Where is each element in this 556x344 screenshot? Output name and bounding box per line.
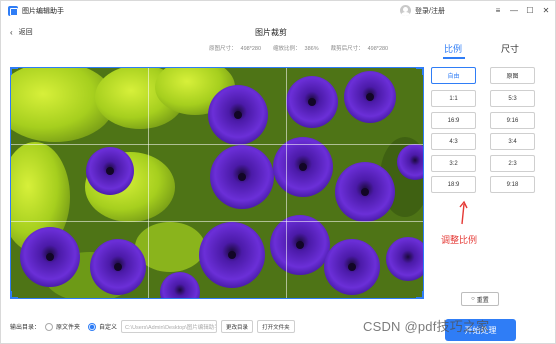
reset-icon: ○ — [471, 296, 475, 302]
maximize-icon[interactable]: ☐ — [523, 4, 537, 17]
change-dir-button[interactable]: 更改目录 — [221, 320, 254, 333]
active-tab-indicator — [443, 57, 465, 59]
image-canvas[interactable] — [10, 67, 424, 299]
option-custom-label: 自定义 — [99, 325, 118, 331]
output-path-input[interactable]: C:\Users\Admin\Desktop\图片编辑助手 — [121, 320, 218, 333]
ratio-3-2-button[interactable]: 3:2 — [431, 155, 476, 172]
ratio-18-9-button[interactable]: 18:9 — [431, 176, 476, 193]
original-size-value: 498*280 — [240, 46, 262, 52]
ratio-1-1-button[interactable]: 1:1 — [431, 90, 476, 107]
crop-handle-bottom-right[interactable] — [416, 291, 424, 299]
output-settings: 输出目录： 原文件夹 自定义 C:\Users\Admin\Desktop\图片… — [10, 320, 295, 333]
back-label: 返回 — [18, 29, 33, 36]
ratio-3-4-button[interactable]: 3:4 — [490, 133, 535, 150]
page-title: 图片裁剪 — [255, 28, 287, 37]
tab-size[interactable]: 尺寸 — [501, 42, 519, 55]
crop-grid-line — [10, 221, 424, 222]
option-original-label: 原文件夹 — [56, 325, 81, 331]
original-size-label: 原图尺寸： — [209, 46, 237, 52]
minimize-icon[interactable]: — — [507, 4, 521, 17]
ratio-5-3-button[interactable]: 5:3 — [490, 90, 535, 107]
reset-button[interactable]: ○ 重置 — [461, 292, 499, 306]
output-dir-label: 输出目录： — [10, 325, 41, 331]
crop-handle-top-right[interactable] — [416, 67, 424, 75]
scale-label: 缩放比例： — [273, 46, 301, 52]
image-info: 原图尺寸： 498*280 缩放比例： 386% 裁剪后尺寸： 498*280 — [209, 44, 388, 52]
ratio-16-9-button[interactable]: 16:9 — [431, 112, 476, 129]
tab-ratio[interactable]: 比例 — [444, 42, 462, 55]
radio-custom-folder[interactable] — [88, 322, 97, 331]
ratio-9-18-button[interactable]: 9:18 — [490, 176, 535, 193]
annotation-arrow-icon — [459, 200, 468, 225]
app-window: 图片编辑助手 登录/注册 ≡ — ☐ ✕ ‹ 返回 图片裁剪 原图尺寸： 498*… — [0, 0, 556, 344]
ratio-free-button[interactable]: 自由 — [431, 67, 476, 84]
user-area[interactable]: 登录/注册 — [400, 5, 445, 16]
annotation-text: 调整比例 — [441, 235, 478, 245]
crop-grid-line — [286, 67, 287, 299]
close-icon[interactable]: ✕ — [539, 4, 553, 17]
ratio-9-16-button[interactable]: 9:16 — [490, 112, 535, 129]
cropped-size-value: 498*280 — [367, 46, 389, 52]
crop-grid-line — [148, 67, 149, 299]
crop-handle-top-left[interactable] — [10, 67, 18, 75]
chevron-left-icon: ‹ — [10, 27, 13, 37]
radio-original-folder[interactable] — [45, 322, 54, 331]
settings-tabs: 比例 尺寸 — [442, 42, 554, 59]
menu-icon[interactable]: ≡ — [491, 4, 505, 17]
app-logo-icon — [8, 6, 18, 16]
reset-label: 重置 — [476, 297, 489, 304]
ratio-original-button[interactable]: 原图 — [490, 67, 535, 84]
back-button[interactable]: ‹ 返回 — [10, 27, 33, 37]
open-folder-button[interactable]: 打开文件夹 — [257, 320, 295, 333]
scale-value: 386% — [304, 46, 319, 52]
ratio-4-3-button[interactable]: 4:3 — [431, 133, 476, 150]
crop-grid-line — [10, 144, 424, 145]
avatar-icon[interactable] — [400, 5, 411, 16]
title-bar: 图片编辑助手 登录/注册 ≡ — ☐ ✕ — [1, 1, 556, 21]
login-link[interactable]: 登录/注册 — [415, 6, 445, 16]
window-controls: ≡ — ☐ ✕ — [491, 4, 553, 17]
app-title: 图片编辑助手 — [22, 8, 64, 15]
crop-handle-bottom-left[interactable] — [10, 291, 18, 299]
ratio-2-3-button[interactable]: 2:3 — [490, 155, 535, 172]
flower-image — [10, 67, 424, 299]
cropped-size-label: 裁剪后尺寸： — [330, 46, 364, 52]
watermark: CSDN @pdf技巧之家 — [363, 319, 490, 334]
